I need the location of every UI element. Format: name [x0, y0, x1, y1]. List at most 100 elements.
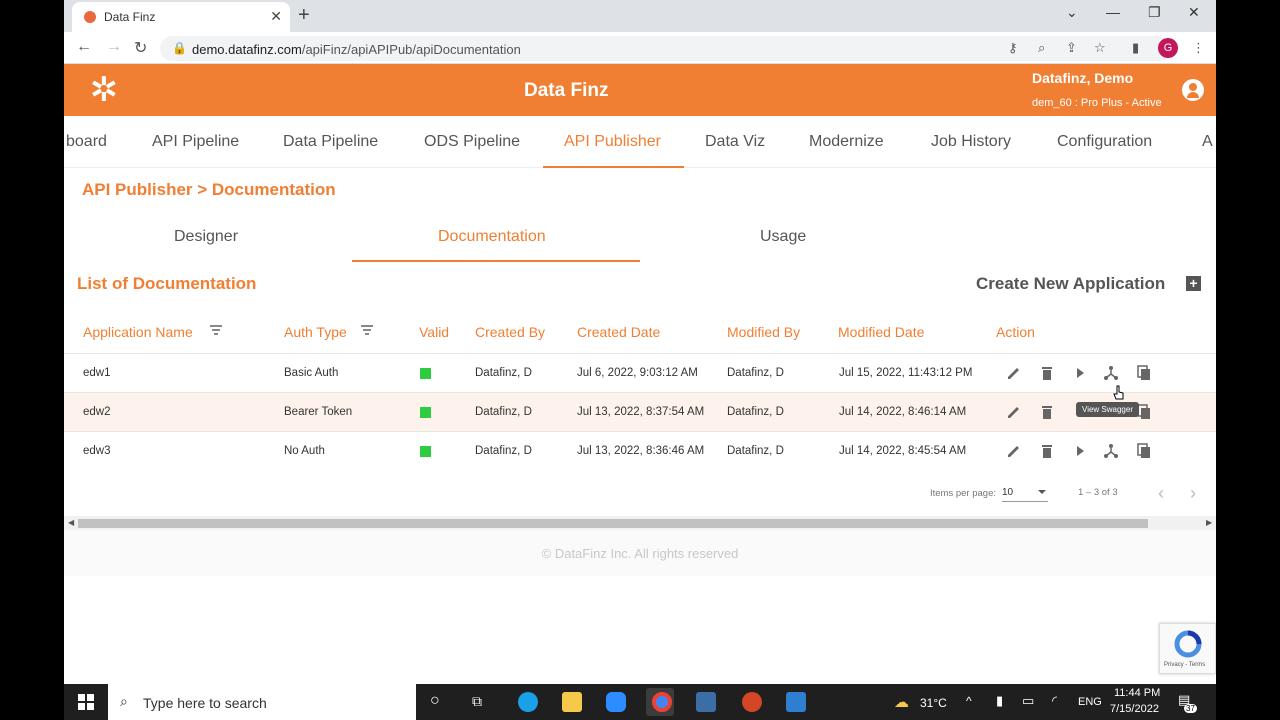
nav-item-api-pipeline[interactable]: API Pipeline [152, 133, 239, 151]
table-row[interactable]: edw2 Bearer Token Datafinz, D Jul 13, 20… [64, 393, 1216, 432]
clock-date[interactable]: 7/15/2022 [1110, 703, 1159, 715]
file-explorer-icon[interactable] [562, 692, 582, 712]
add-icon[interactable]: + [1186, 276, 1201, 291]
edit-icon[interactable] [1005, 403, 1023, 421]
reload-icon[interactable]: ↻ [134, 38, 147, 58]
photos-icon[interactable] [786, 692, 806, 712]
recaptcha-badge[interactable]: Privacy - Terms [1159, 623, 1216, 674]
nav-item-modernize[interactable]: Modernize [809, 133, 884, 151]
app-icon[interactable] [696, 692, 716, 712]
header-application-name[interactable]: Application Name [83, 324, 193, 340]
user-name: Datafinz, Demo [1032, 70, 1134, 86]
microphone-icon[interactable]: ▮ [996, 693, 1003, 709]
lock-icon: 🔒 [172, 41, 187, 55]
new-tab-icon[interactable]: + [298, 4, 310, 27]
nav-item-truncated[interactable]: A [1202, 133, 1213, 151]
nav-item-job-history[interactable]: Job History [931, 133, 1011, 151]
cell-application-name: edw2 [83, 406, 111, 418]
minimize-icon[interactable]: — [1106, 4, 1120, 20]
cell-created-by: Datafinz, D [475, 367, 532, 379]
cell-created-by: Datafinz, D [475, 406, 532, 418]
run-icon[interactable] [1071, 364, 1089, 382]
profile-avatar[interactable]: G [1158, 38, 1178, 58]
cell-auth-type: Bearer Token [284, 406, 353, 418]
browser-window: Data Finz ✕ + ⌄ — ❐ ✕ ← → ↻ 🔒 demo.dataf… [64, 0, 1216, 684]
swagger-icon[interactable] [1102, 364, 1120, 382]
tab-search-chevron-icon[interactable]: ⌄ [1066, 4, 1078, 21]
filter-icon[interactable] [210, 325, 222, 335]
edit-icon[interactable] [1005, 442, 1023, 460]
page-size-select[interactable]: 10 [1002, 482, 1048, 502]
cortana-icon[interactable]: ○ [430, 692, 440, 710]
horizontal-scrollbar[interactable]: ◀ ▶ [64, 516, 1216, 530]
tab-usage[interactable]: Usage [760, 228, 806, 246]
windows-start-icon[interactable] [78, 694, 94, 710]
task-view-icon[interactable]: ⧉ [472, 693, 482, 710]
weather-icon[interactable]: ☁ [894, 693, 909, 711]
recaptcha-icon [1174, 630, 1202, 658]
browser-tab[interactable]: Data Finz ✕ [72, 2, 290, 32]
network-icon[interactable]: ◜ [1052, 693, 1057, 709]
delete-icon[interactable] [1038, 364, 1056, 382]
table-row[interactable]: edw1 Basic Auth Datafinz, D Jul 6, 2022,… [64, 354, 1216, 393]
run-icon[interactable] [1071, 442, 1089, 460]
zoom-app-icon[interactable] [606, 692, 626, 712]
delete-icon[interactable] [1038, 403, 1056, 421]
share-icon[interactable]: ⇪ [1066, 40, 1077, 56]
paginator: Items per page: 10 1 – 3 of 3 ‹ › [64, 470, 1216, 516]
tab-designer[interactable]: Designer [174, 228, 238, 246]
scrollbar-thumb[interactable] [78, 519, 1148, 528]
next-page-icon[interactable]: › [1190, 483, 1196, 504]
close-tab-icon[interactable]: ✕ [270, 8, 282, 25]
menu-kebab-icon[interactable]: ⋮ [1192, 40, 1205, 56]
back-icon[interactable]: ← [76, 38, 92, 56]
edit-icon[interactable] [1005, 364, 1023, 382]
copy-icon[interactable] [1135, 442, 1153, 460]
datafinz-logo-icon[interactable]: ✲ [84, 72, 124, 108]
create-new-application-button[interactable]: Create New Application [976, 274, 1165, 294]
header-auth-type[interactable]: Auth Type [284, 324, 347, 340]
tab-documentation[interactable]: Documentation [438, 228, 546, 246]
language-indicator[interactable]: ENG [1078, 696, 1102, 708]
copy-icon[interactable] [1135, 364, 1153, 382]
window-close-icon[interactable]: ✕ [1188, 4, 1200, 21]
cell-auth-type: No Auth [284, 445, 325, 457]
taskbar-search-input[interactable]: ⌕ Type here to search [108, 684, 416, 720]
user-account-icon[interactable] [1182, 79, 1204, 101]
url-host: demo.datafinz.com [192, 42, 302, 57]
battery-icon[interactable]: ▭ [1022, 693, 1034, 709]
powerpoint-icon[interactable] [742, 692, 762, 712]
nav-item-data-viz[interactable]: Data Viz [705, 133, 765, 151]
filter-icon[interactable] [361, 325, 373, 335]
table-row[interactable]: edw3 No Auth Datafinz, D Jul 13, 2022, 8… [64, 432, 1216, 471]
side-panel-icon[interactable]: ▮ [1132, 40, 1139, 56]
nav-item-api-publisher[interactable]: API Publisher [564, 133, 661, 151]
list-title: List of Documentation [77, 274, 257, 293]
previous-page-icon[interactable]: ‹ [1158, 483, 1164, 504]
nav-item-configuration[interactable]: Configuration [1057, 133, 1152, 151]
clock-time[interactable]: 11:44 PM [1114, 687, 1160, 699]
main-nav: board API Pipeline Data Pipeline ODS Pip… [64, 116, 1216, 168]
delete-icon[interactable] [1038, 442, 1056, 460]
key-icon[interactable]: ⚷ [1008, 40, 1018, 56]
valid-indicator [420, 368, 431, 379]
edge-icon[interactable] [518, 692, 538, 712]
mouse-pointer-icon [1113, 385, 1124, 400]
scroll-left-icon[interactable]: ◀ [68, 518, 74, 527]
view-swagger-tooltip: View Swagger [1076, 402, 1139, 417]
scroll-right-icon[interactable]: ▶ [1206, 518, 1212, 527]
swagger-icon[interactable] [1102, 442, 1120, 460]
valid-indicator [420, 407, 431, 418]
restore-icon[interactable]: ❐ [1148, 4, 1161, 21]
show-hidden-icons[interactable]: ^ [966, 694, 972, 708]
nav-item-ods-pipeline[interactable]: ODS Pipeline [424, 133, 520, 151]
chrome-icon[interactable] [652, 692, 672, 712]
cell-modified-date: Jul 15, 2022, 11:43:12 PM [839, 367, 973, 379]
forward-icon[interactable]: → [106, 38, 122, 56]
nav-item-dashboard[interactable]: board [66, 133, 107, 151]
zoom-icon[interactable]: ⌕ [1038, 40, 1045, 56]
url-input[interactable]: 🔒 demo.datafinz.com/apiFinz/apiAPIPub/ap… [160, 36, 1170, 61]
bookmark-star-icon[interactable]: ☆ [1094, 40, 1106, 56]
nav-item-data-pipeline[interactable]: Data Pipeline [283, 133, 378, 151]
breadcrumb: API Publisher > Documentation [82, 180, 336, 199]
